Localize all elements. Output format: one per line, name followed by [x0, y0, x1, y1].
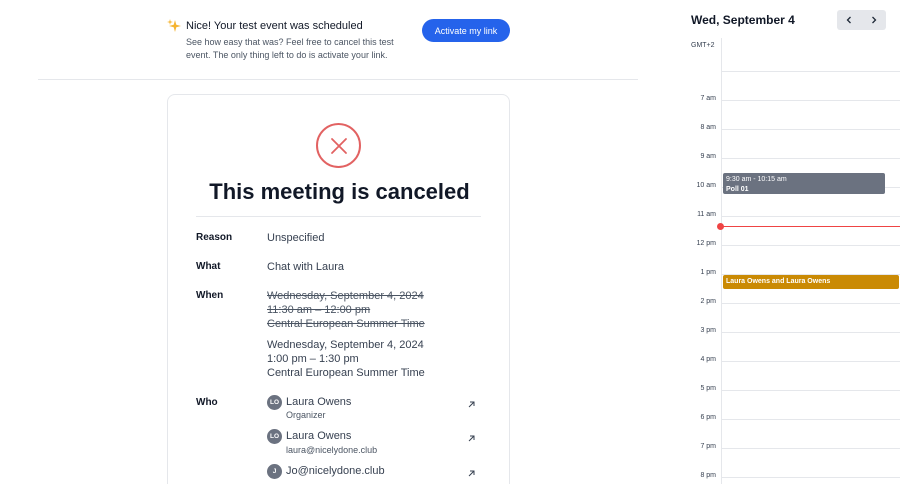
hour-label: 6 pm	[700, 414, 716, 421]
hour-label: 10 am	[696, 182, 716, 189]
hour-label: 7 am	[700, 95, 716, 102]
hour-gridline	[721, 100, 900, 101]
external-link-icon[interactable]	[467, 469, 476, 478]
banner-title: Nice! Your test event was scheduled	[186, 20, 363, 32]
hour-gridline	[721, 71, 900, 72]
attendee-name: Laura Owens	[286, 430, 352, 442]
booking-card: This meeting is canceled Reason Unspecif…	[167, 94, 510, 484]
calendar-date-title: Wed, September 4	[691, 13, 795, 27]
hour-label: 3 pm	[700, 327, 716, 334]
activate-link-button[interactable]: Activate my link	[422, 19, 510, 42]
hour-label: 1 pm	[700, 269, 716, 276]
when-label: When	[196, 290, 224, 301]
calendar-event-poll[interactable]: 9:30 am - 10:15 am Poll 01	[723, 173, 885, 194]
event-time: 9:30 am - 10:15 am	[726, 176, 787, 183]
hour-gridline	[721, 390, 900, 391]
next-day-button[interactable]	[862, 10, 886, 30]
attendee-email: laura@nicelydone.club	[286, 445, 378, 455]
new-date: Wednesday, September 4, 2024	[267, 339, 424, 351]
external-link-icon[interactable]	[467, 400, 476, 409]
hour-label: 5 pm	[700, 385, 716, 392]
old-date: Wednesday, September 4, 2024	[267, 290, 424, 302]
reason-value: Unspecified	[267, 232, 325, 244]
hour-gridline	[721, 129, 900, 130]
divider	[196, 216, 481, 217]
hour-gridline	[721, 419, 900, 420]
current-time-line	[721, 226, 900, 227]
prev-day-button[interactable]	[837, 10, 861, 30]
hour-gridline	[721, 332, 900, 333]
hour-gridline	[721, 477, 900, 478]
chevron-right-icon	[872, 16, 877, 24]
calendar-nav	[837, 10, 886, 30]
hour-label: 7 pm	[700, 443, 716, 450]
hour-label: 12 pm	[696, 240, 716, 247]
old-time: 11:30 am – 12:00 pm	[267, 304, 371, 316]
who-label: Who	[196, 397, 218, 408]
x-circle-icon	[316, 123, 361, 168]
hour-label: 11 am	[697, 211, 716, 218]
attendee-role: Organizer	[286, 410, 326, 420]
hour-label: 8 pm	[700, 472, 716, 479]
what-value: Chat with Laura	[267, 261, 345, 273]
old-timezone: Central European Summer Time	[267, 318, 425, 330]
reason-label: Reason	[196, 232, 233, 243]
hour-label: 2 pm	[700, 298, 716, 305]
divider	[38, 79, 638, 80]
page-title: This meeting is canceled	[209, 179, 470, 204]
hour-gridline	[721, 448, 900, 449]
attendee-name: Jo@nicelydone.club	[286, 465, 385, 477]
hour-label: 4 pm	[700, 356, 716, 363]
calendar-gutter-line	[721, 38, 722, 484]
avatar: J	[267, 464, 282, 479]
hour-gridline	[721, 245, 900, 246]
avatar: LO	[267, 429, 282, 444]
avatar: LO	[267, 395, 282, 410]
new-timezone: Central European Summer Time	[267, 367, 425, 379]
hour-gridline	[721, 303, 900, 304]
hour-gridline	[721, 361, 900, 362]
close-icon	[330, 137, 347, 154]
sparkle-icon	[167, 19, 181, 32]
calendar-event-meeting[interactable]: Laura Owens and Laura Owens	[723, 275, 899, 289]
what-label: What	[196, 261, 221, 272]
external-link-icon[interactable]	[467, 434, 476, 443]
new-time: 1:00 pm – 1:30 pm	[267, 353, 359, 365]
hour-gridline	[721, 216, 900, 217]
hour-label: 9 am	[700, 153, 716, 160]
banner-description: See how easy that was? Feel free to canc…	[186, 37, 394, 60]
hour-gridline	[721, 158, 900, 159]
hour-label: 8 am	[700, 124, 716, 131]
event-title: Laura Owens and Laura Owens	[726, 278, 831, 285]
timezone-label: GMT+2	[691, 42, 715, 49]
event-title: Poll 01	[726, 186, 749, 193]
current-time-dot	[717, 223, 724, 230]
attendee-name: Laura Owens	[286, 396, 352, 408]
chevron-left-icon	[846, 16, 851, 24]
